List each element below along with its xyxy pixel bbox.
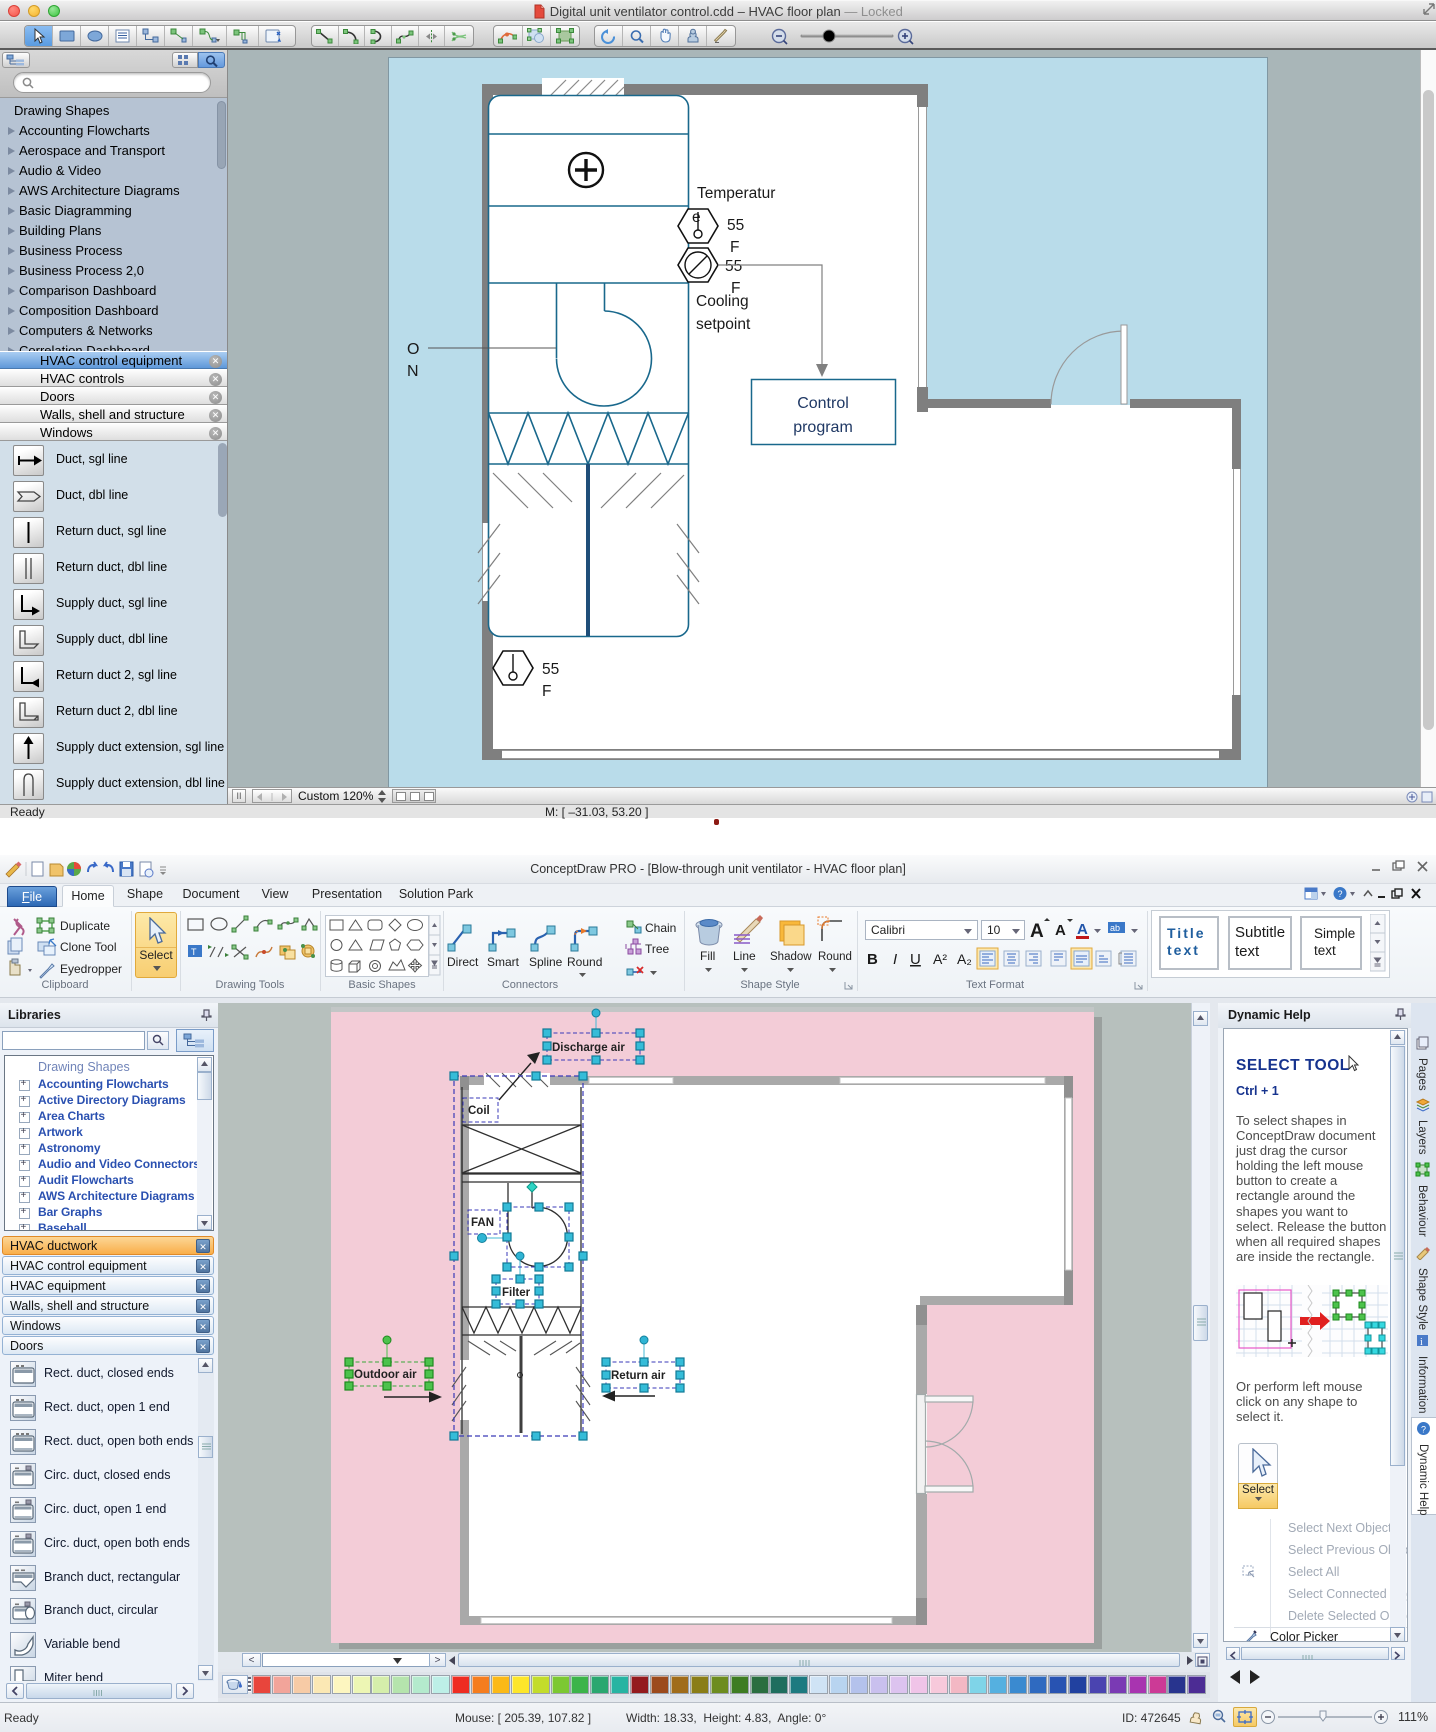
svg-text:Eyedropper: Eyedropper	[60, 962, 122, 976]
svg-text:Direct: Direct	[447, 955, 479, 969]
svg-text:Filter: Filter	[502, 1287, 531, 1299]
svg-text:A: A	[1030, 921, 1044, 942]
svg-text:setpoint: setpoint	[696, 316, 751, 333]
svg-text:55: 55	[725, 258, 742, 275]
svg-text:A₂: A₂	[957, 951, 972, 967]
svg-text:Duplicate: Duplicate	[60, 919, 110, 933]
svg-text:N: N	[407, 363, 419, 380]
svg-text:Discharge air: Discharge air	[552, 1042, 625, 1054]
svg-text:Spline: Spline	[529, 955, 563, 969]
svg-text:program: program	[793, 419, 853, 436]
svg-text:Smart: Smart	[487, 955, 520, 969]
svg-text:Clone Tool: Clone Tool	[60, 940, 116, 954]
svg-text:Round: Round	[567, 955, 602, 969]
svg-text:T: T	[191, 947, 197, 957]
svg-text:Line: Line	[733, 949, 756, 963]
svg-text:F: F	[730, 239, 739, 256]
svg-text:A²: A²	[933, 951, 947, 967]
svg-text:U: U	[910, 951, 921, 968]
svg-text:Coil: Coil	[468, 1105, 490, 1117]
svg-text:Outdoor air: Outdoor air	[354, 1369, 417, 1381]
svg-text:I: I	[893, 951, 897, 968]
svg-text:55: 55	[727, 217, 744, 234]
svg-text:Shadow: Shadow	[770, 951, 812, 963]
svg-text:FAN: FAN	[471, 1217, 494, 1229]
svg-text:?: ?	[1337, 889, 1342, 899]
svg-text:111%: 111%	[1398, 1710, 1428, 1724]
svg-text:B: B	[867, 951, 878, 968]
svg-text:?: ?	[1421, 1425, 1426, 1435]
svg-text:Round: Round	[818, 951, 852, 963]
svg-text:ab: ab	[1110, 923, 1120, 933]
svg-text:A: A	[1055, 922, 1066, 939]
svg-text:Control: Control	[797, 395, 849, 412]
svg-text:Chain: Chain	[645, 921, 676, 935]
svg-text:Fill: Fill	[700, 949, 715, 963]
svg-text:55: 55	[542, 661, 559, 678]
svg-text:O: O	[407, 341, 419, 358]
svg-text:Tree: Tree	[645, 942, 670, 956]
svg-text:i: i	[1420, 1337, 1423, 1348]
svg-text:Temperatur: Temperatur	[697, 185, 775, 202]
svg-text:Return air: Return air	[611, 1370, 666, 1382]
svg-text:A: A	[1077, 921, 1088, 938]
svg-text:e: e	[692, 209, 701, 226]
svg-text:F: F	[542, 683, 551, 700]
svg-text:Cooling: Cooling	[696, 293, 749, 310]
